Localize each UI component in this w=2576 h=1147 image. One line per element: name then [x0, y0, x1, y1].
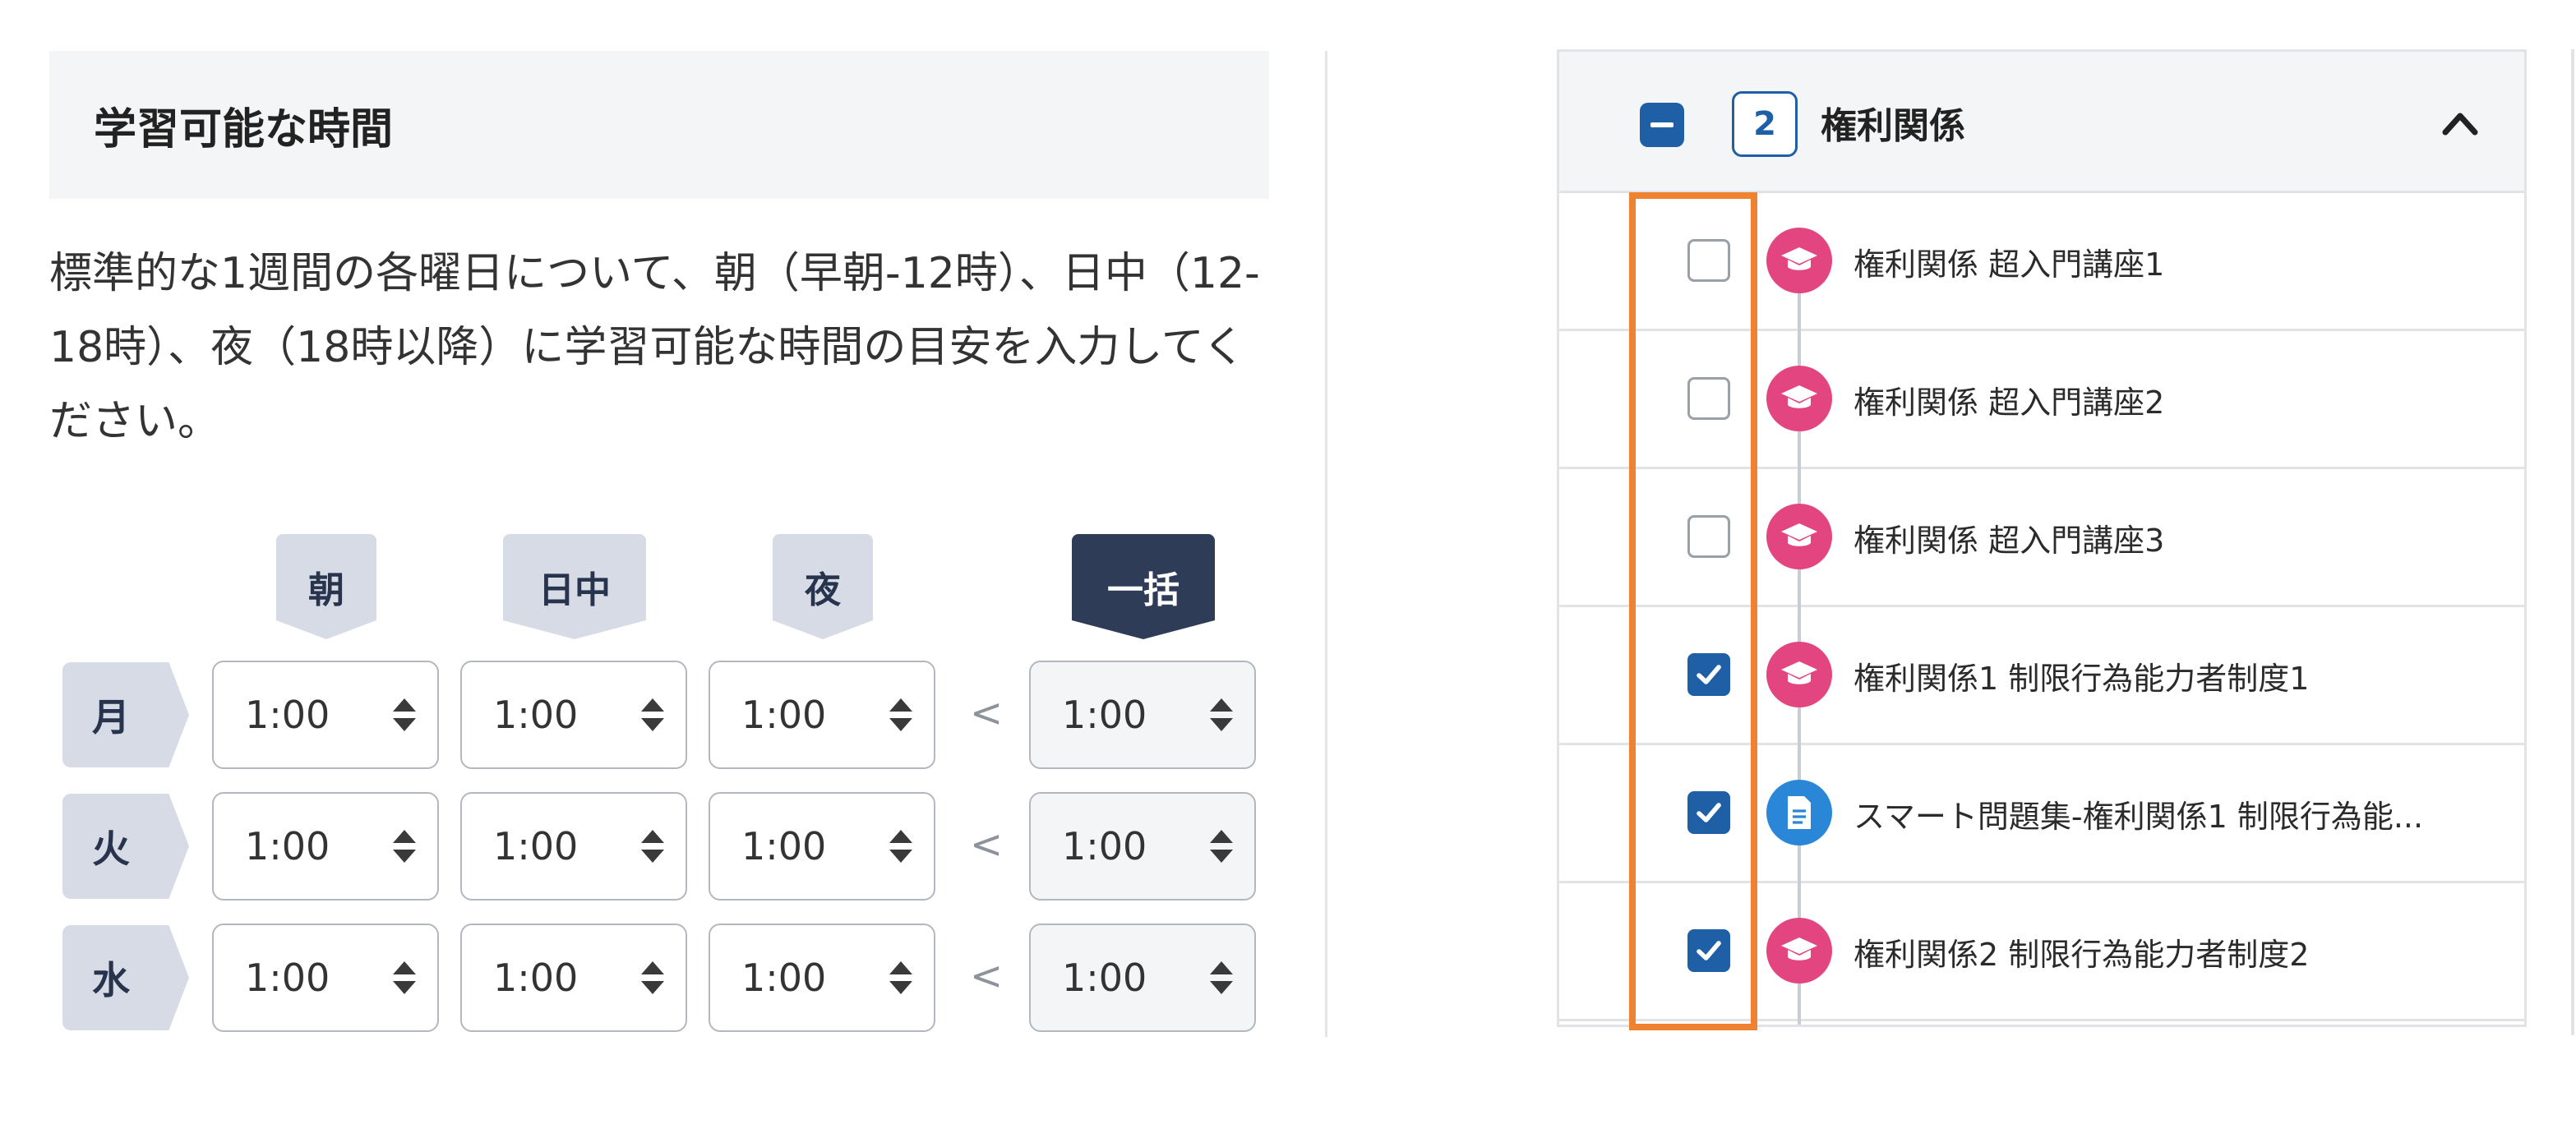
- time-value: 1:00: [245, 956, 330, 1000]
- time-input-tue-daytime[interactable]: 1:00: [460, 792, 687, 901]
- time-input-mon-daytime[interactable]: 1:00: [460, 661, 687, 769]
- spinner-icon[interactable]: [391, 697, 418, 733]
- less-than-separator: <: [970, 822, 1004, 868]
- spinner-icon[interactable]: [1208, 828, 1235, 864]
- spinner-icon[interactable]: [639, 960, 666, 996]
- item-label[interactable]: 権利関係 超入門講座2: [1854, 377, 2495, 422]
- item-checkbox-checked[interactable]: [1687, 929, 1730, 972]
- day-label-wed: 水: [62, 925, 189, 1030]
- spinner-icon[interactable]: [1208, 960, 1235, 996]
- spinner-icon[interactable]: [888, 697, 914, 733]
- list-item[interactable]: 権利関係1 制限行為能力者制度1: [1559, 607, 2524, 745]
- time-input-wed-morning[interactable]: 1:00: [212, 924, 439, 1032]
- list-item[interactable]: 権利関係 超入門講座3: [1559, 469, 2524, 607]
- timeline-connector: [1798, 242, 1801, 1025]
- list-item[interactable]: スマート問題集-権利関係1 制限行為能...: [1559, 745, 2524, 883]
- right-edge-divider: [2571, 49, 2574, 1035]
- spinner-icon[interactable]: [639, 697, 666, 733]
- panel-header: 学習可能な時間: [49, 51, 1269, 199]
- study-time-panel: 学習可能な時間 標準的な1週間の各曜日について、朝（早朝-12時）、日中（12-…: [49, 51, 1269, 458]
- time-input-tue-night[interactable]: 1:00: [709, 792, 935, 901]
- time-value: 1:00: [493, 824, 579, 868]
- time-value: 1:00: [741, 824, 827, 868]
- time-input-tue-morning[interactable]: 1:00: [212, 792, 439, 901]
- time-value: 1:00: [493, 956, 579, 1000]
- time-input-mon-morning[interactable]: 1:00: [212, 661, 439, 769]
- time-input-mon-bulk[interactable]: 1:00: [1029, 661, 1256, 769]
- less-than-separator: <: [970, 953, 1004, 999]
- item-checkbox[interactable]: [1687, 515, 1730, 558]
- list-item[interactable]: 権利関係 超入門講座1: [1559, 193, 2524, 331]
- item-checkbox-checked[interactable]: [1687, 791, 1730, 834]
- spinner-icon[interactable]: [391, 828, 418, 864]
- time-value: 1:00: [493, 693, 579, 737]
- less-than-separator: <: [970, 690, 1004, 736]
- list-item[interactable]: 権利関係 超入門講座2: [1559, 331, 2524, 469]
- time-input-tue-bulk[interactable]: 1:00: [1029, 792, 1256, 901]
- spinner-icon[interactable]: [1208, 697, 1235, 733]
- graduation-cap-icon: [1766, 504, 1832, 569]
- item-label[interactable]: 権利関係 超入門講座1: [1854, 239, 2495, 284]
- time-input-wed-night[interactable]: 1:00: [709, 924, 935, 1032]
- vertical-divider: [1325, 51, 1327, 1037]
- panel-description: 標準的な1週間の各曜日について、朝（早朝-12時）、日中（12-18時）、夜（1…: [49, 249, 1260, 446]
- time-input-mon-night[interactable]: 1:00: [709, 661, 935, 769]
- spinner-icon[interactable]: [639, 828, 666, 864]
- day-label-tue: 火: [62, 794, 189, 899]
- time-input-wed-daytime[interactable]: 1:00: [460, 924, 687, 1032]
- graduation-cap-icon: [1766, 918, 1832, 983]
- item-checkbox[interactable]: [1687, 239, 1730, 282]
- section-number-badge: 2: [1732, 91, 1798, 157]
- item-label[interactable]: 権利関係 超入門講座3: [1854, 515, 2495, 560]
- document-icon: [1766, 780, 1832, 845]
- day-label-mon: 月: [62, 662, 189, 767]
- time-value: 1:00: [1062, 956, 1147, 1000]
- time-value: 1:00: [1062, 693, 1147, 737]
- item-checkbox[interactable]: [1687, 377, 1730, 420]
- curriculum-section-panel: 2 権利関係 権利関係 超入門講座1 権利関係 超入門講座2 権利関係 超入門講…: [1557, 49, 2527, 1027]
- graduation-cap-icon: [1766, 642, 1832, 707]
- chevron-up-icon[interactable]: [2440, 108, 2480, 137]
- time-value: 1:00: [245, 824, 330, 868]
- section-select-all-checkbox[interactable]: [1640, 103, 1684, 147]
- column-header-morning: 朝: [276, 534, 376, 639]
- column-header-bulk-button[interactable]: 一括: [1072, 534, 1215, 639]
- spinner-icon[interactable]: [391, 960, 418, 996]
- column-header-night: 夜: [773, 534, 873, 639]
- time-value: 1:00: [245, 693, 330, 737]
- item-label[interactable]: スマート問題集-権利関係1 制限行為能...: [1854, 791, 2495, 836]
- graduation-cap-icon: [1766, 366, 1832, 431]
- time-value: 1:00: [1062, 824, 1147, 868]
- column-header-daytime: 日中: [503, 534, 646, 639]
- panel-title: 学習可能な時間: [94, 104, 394, 154]
- spinner-icon[interactable]: [888, 960, 914, 996]
- section-title: 権利関係: [1821, 105, 1965, 147]
- list-item[interactable]: 権利関係2 制限行為能力者制度2: [1559, 883, 2524, 1021]
- spinner-icon[interactable]: [888, 828, 914, 864]
- item-checkbox-checked[interactable]: [1687, 653, 1730, 696]
- section-header[interactable]: 2 権利関係: [1559, 52, 2524, 193]
- item-label[interactable]: 権利関係2 制限行為能力者制度2: [1854, 929, 2495, 974]
- time-value: 1:00: [741, 956, 827, 1000]
- time-value: 1:00: [741, 693, 827, 737]
- item-label[interactable]: 権利関係1 制限行為能力者制度1: [1854, 653, 2495, 698]
- time-input-wed-bulk[interactable]: 1:00: [1029, 924, 1256, 1032]
- graduation-cap-icon: [1766, 228, 1832, 293]
